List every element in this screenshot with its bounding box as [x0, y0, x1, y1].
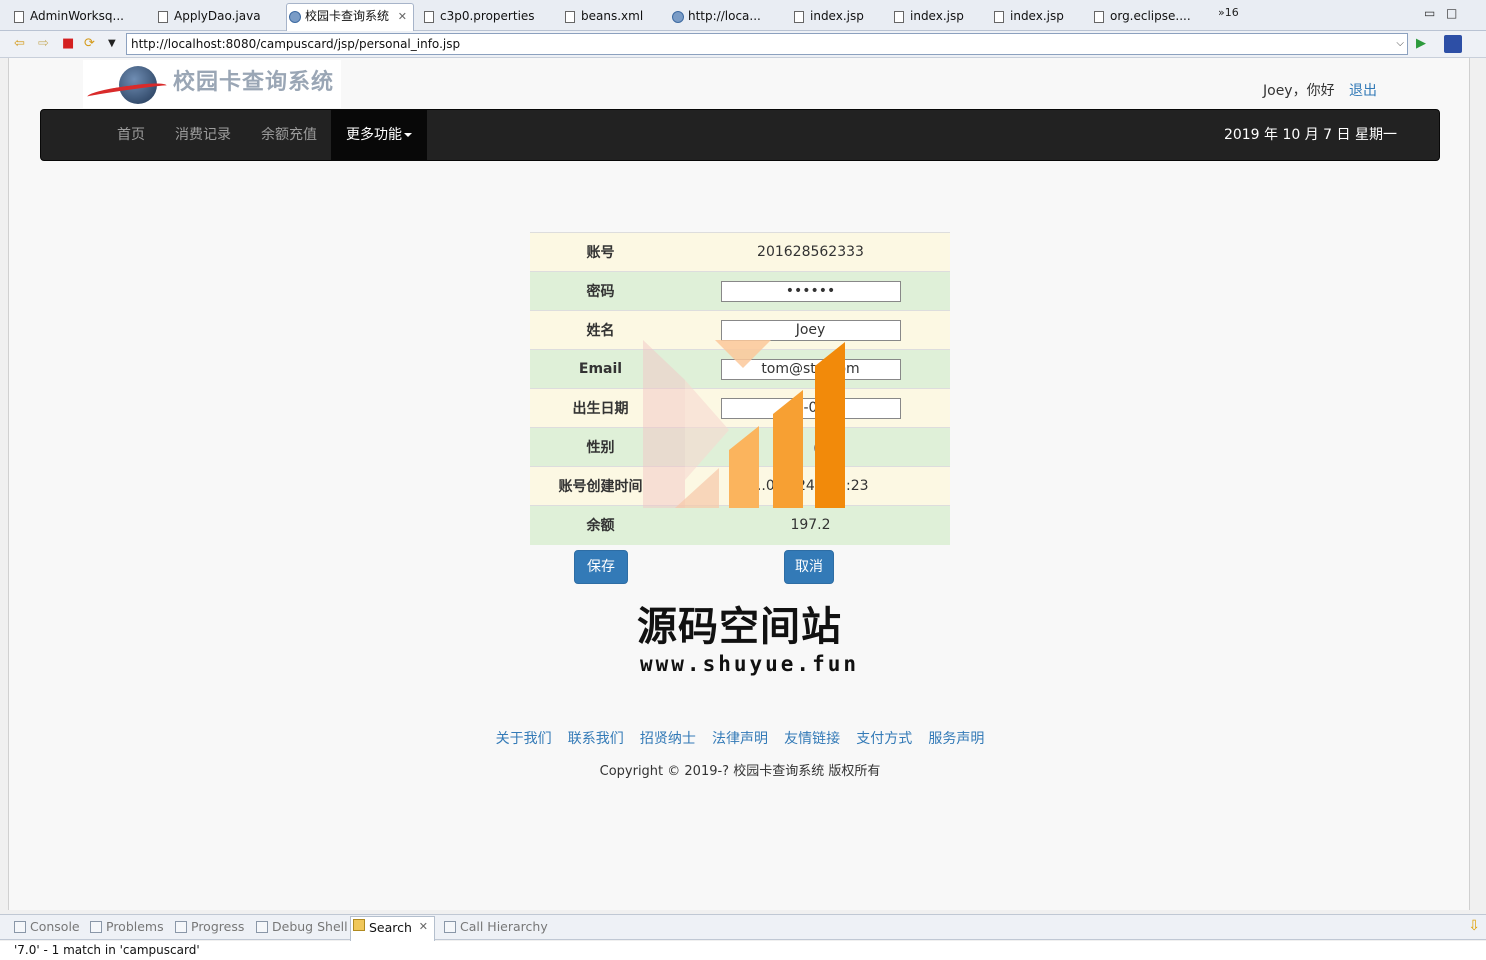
stop-icon[interactable]: ■: [62, 37, 74, 51]
watermark-url: www.shuyue.fun: [640, 652, 860, 676]
jsp-file-icon: [894, 11, 904, 23]
editor-tab-beans[interactable]: beans.xml: [563, 4, 643, 29]
table-row: 余额 197.2: [530, 505, 950, 545]
minimize-icon[interactable]: ▭: [1424, 6, 1435, 20]
view-tab-debug-shell[interactable]: Debug Shell: [254, 919, 348, 934]
user-greeting: Joey，你好: [1263, 83, 1335, 99]
java-file-icon: [158, 11, 168, 23]
refresh-icon[interactable]: ⟳: [84, 37, 95, 51]
footer-link-service[interactable]: 服务声明: [928, 728, 984, 748]
footer-link-about[interactable]: 关于我们: [496, 728, 552, 748]
call-hierarchy-icon: [444, 921, 456, 933]
editor-tab-localhost[interactable]: http://loca...: [670, 4, 761, 29]
nav-balance-recharge[interactable]: 余额充值: [246, 110, 332, 160]
editor-tab-applydao[interactable]: ApplyDao.java: [156, 4, 261, 29]
balance-label: 余额: [530, 505, 671, 545]
balance-value: 197.2: [671, 505, 950, 545]
jsp-file-icon: [794, 11, 804, 23]
view-tab-console[interactable]: Console: [12, 919, 80, 934]
footer-link-legal[interactable]: 法律声明: [712, 728, 768, 748]
logo-text: 校园卡查询系统: [173, 70, 335, 95]
footer-links: 关于我们 联系我们 招贤纳士 法律声明 友情链接 支付方式 服务声明: [9, 728, 1469, 748]
account-value: 201628562333: [671, 232, 950, 272]
footer-link-friends[interactable]: 友情链接: [784, 728, 840, 748]
java-file-icon: [14, 11, 24, 23]
globe-icon: [289, 11, 301, 23]
properties-file-icon: [424, 11, 434, 23]
url-text: http://localhost:8080/campuscard/jsp/per…: [131, 37, 461, 51]
nav-consumption-records[interactable]: 消费记录: [160, 110, 246, 160]
forward-arrow-icon[interactable]: ⇨: [38, 37, 49, 51]
maximize-icon[interactable]: □: [1446, 6, 1457, 20]
password-field[interactable]: [720, 280, 901, 302]
problems-icon: [90, 921, 102, 933]
editor-tab-adminworksq[interactable]: AdminWorksq...: [12, 4, 124, 29]
footer-link-contact[interactable]: 联系我们: [568, 728, 624, 748]
watermark-text: 源码空间站: [637, 604, 842, 650]
editor-tab-bar: AdminWorksq... ApplyDao.java 校园卡查询系统 ✕ c3…: [0, 0, 1486, 31]
watermark-logo-graphic: [643, 340, 845, 508]
bottom-view-tabs: Console Problems Progress Debug Shell Se…: [0, 914, 1486, 941]
footer-link-careers[interactable]: 招贤纳士: [640, 728, 696, 748]
xml-file-icon: [1094, 11, 1104, 23]
table-row: 账号 201628562333: [530, 232, 950, 272]
main-navbar: 首页 消费记录 余额充值 更多功能 2019 年 10 月 7 日 星期一: [40, 109, 1440, 161]
history-dropdown-icon[interactable]: ▼: [108, 37, 116, 51]
browser-toolbar: ⇦ ⇨ ■ ⟳ ▼ http://localhost:8080/campusca…: [0, 31, 1486, 58]
console-icon: [14, 921, 26, 933]
nav-home[interactable]: 首页: [102, 110, 160, 160]
close-tab-icon[interactable]: ✕: [398, 4, 407, 29]
editor-tab-campus-card[interactable]: 校园卡查询系统 ✕: [286, 3, 415, 31]
arrow-down-icon[interactable]: ⇩: [1468, 918, 1480, 934]
progress-icon: [175, 921, 187, 933]
web-page: 校园卡查询系统 Joey，你好 退出 首页 消费记录 余额充值 更多功能 201…: [8, 58, 1470, 910]
cancel-button[interactable]: 取消: [784, 550, 834, 584]
view-tab-problems[interactable]: Problems: [88, 919, 164, 934]
caret-down-icon: [404, 133, 412, 137]
copyright-text: Copyright © 2019-? 校园卡查询系统 版权所有: [599, 764, 881, 779]
password-label: 密码: [530, 271, 671, 311]
footer-link-payment[interactable]: 支付方式: [856, 728, 912, 748]
back-arrow-icon[interactable]: ⇦: [14, 37, 25, 51]
browser-menu-icon[interactable]: [1444, 35, 1462, 53]
table-row: 密码: [530, 271, 950, 311]
globe-icon: [672, 11, 684, 23]
jsp-file-icon: [994, 11, 1004, 23]
editor-tab-index-3[interactable]: index.jsp: [992, 4, 1064, 29]
site-logo[interactable]: 校园卡查询系统: [83, 60, 341, 108]
view-tab-call-hierarchy[interactable]: Call Hierarchy: [442, 919, 548, 934]
chevron-down-icon[interactable]: ⌵: [1396, 34, 1404, 54]
view-tab-progress[interactable]: Progress: [173, 919, 244, 934]
xml-file-icon: [565, 11, 575, 23]
tab-overflow-button[interactable]: »16: [1218, 6, 1239, 19]
editor-tab-c3p0[interactable]: c3p0.properties: [422, 4, 535, 29]
go-icon[interactable]: ▶: [1416, 37, 1426, 51]
nav-more-functions[interactable]: 更多功能: [331, 110, 427, 160]
editor-tab-index-2[interactable]: index.jsp: [892, 4, 964, 29]
nav-date: 2019 年 10 月 7 日 星期一: [1223, 127, 1397, 143]
account-label: 账号: [530, 232, 671, 272]
close-view-icon[interactable]: ✕: [419, 920, 428, 933]
view-tab-search[interactable]: Search ✕: [350, 916, 435, 941]
url-bar[interactable]: http://localhost:8080/campuscard/jsp/per…: [126, 33, 1408, 55]
save-button[interactable]: 保存: [574, 550, 628, 584]
editor-tab-org-eclipse[interactable]: org.eclipse....: [1092, 4, 1191, 29]
editor-tab-index-1[interactable]: index.jsp: [792, 4, 864, 29]
name-field[interactable]: [720, 319, 901, 341]
debug-shell-icon: [256, 921, 268, 933]
logout-link[interactable]: 退出: [1349, 80, 1377, 100]
search-icon: [353, 919, 365, 931]
search-status-text: '7.0' - 1 match in 'campuscard': [0, 941, 1486, 960]
